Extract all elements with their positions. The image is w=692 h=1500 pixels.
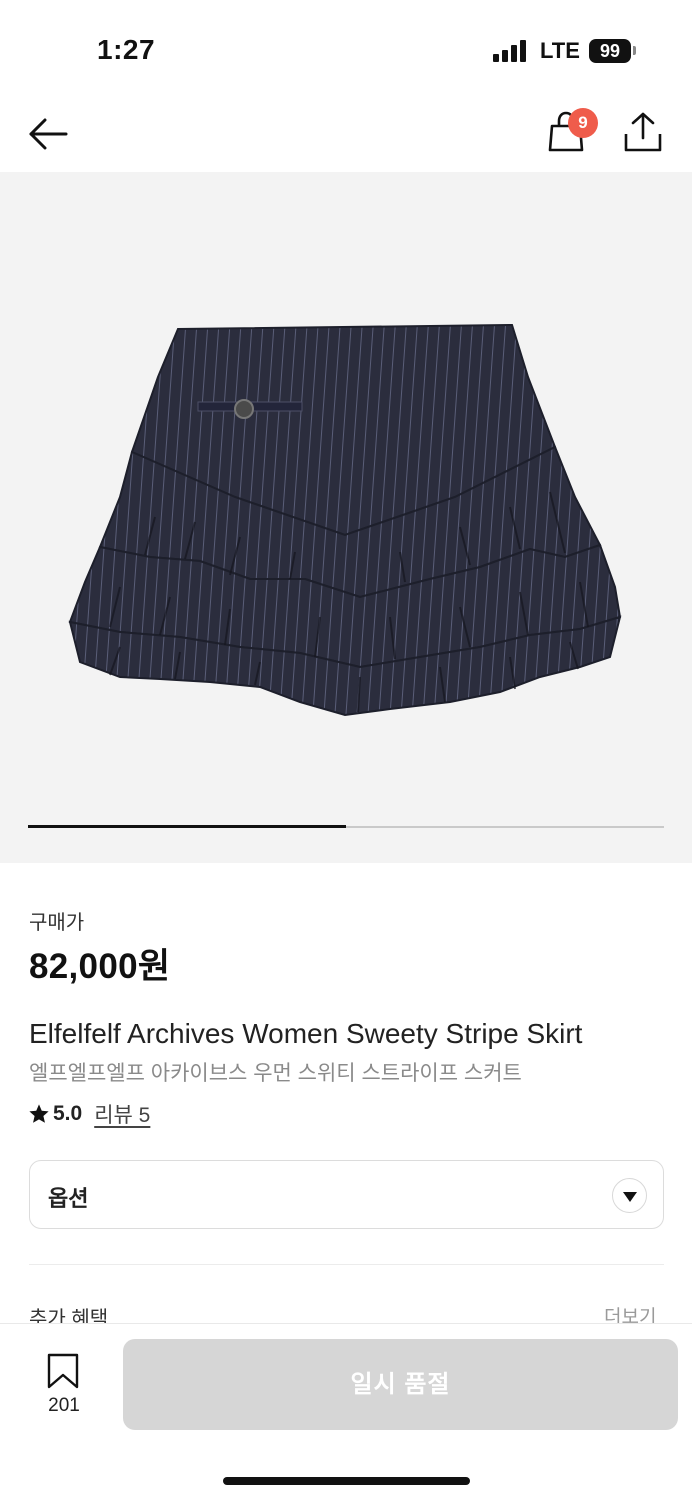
bottom-action-bar: 201 일시 품절	[0, 1323, 692, 1500]
share-button[interactable]	[622, 110, 664, 154]
chevron-down-icon	[612, 1178, 647, 1213]
option-select[interactable]: 옵션	[29, 1160, 664, 1229]
arrow-left-icon	[29, 118, 68, 150]
rating-value: 5.0	[53, 1102, 83, 1125]
star-icon	[29, 1104, 49, 1123]
sold-out-button[interactable]: 일시 품절	[123, 1339, 678, 1430]
battery-cap	[633, 46, 636, 55]
carousel-indicator	[28, 825, 664, 828]
wishlist-button[interactable]: 201	[36, 1353, 92, 1417]
cart-count-badge: 9	[568, 108, 598, 138]
divider	[29, 1264, 664, 1265]
bookmark-icon	[47, 1353, 79, 1389]
share-upload-icon	[624, 112, 662, 152]
network-type: LTE	[540, 38, 580, 63]
product-title: Elfelfelf Archives Women Sweety Stripe S…	[29, 1018, 583, 1049]
wishlist-count: 201	[48, 1395, 80, 1416]
signal-icon	[493, 40, 529, 62]
review-link[interactable]: 리뷰 5	[94, 1099, 150, 1129]
back-button[interactable]	[26, 114, 72, 154]
product-image-carousel[interactable]	[0, 172, 692, 863]
status-time: 1:27	[97, 34, 156, 65]
price-label: 구매가	[29, 912, 85, 934]
status-bar: 1:27 LTE 99	[0, 0, 692, 100]
product-image	[68, 323, 622, 717]
home-indicator	[223, 1477, 470, 1485]
battery-icon: 99	[589, 39, 631, 63]
option-label: 옵션	[48, 1186, 89, 1211]
product-title-korean: 엘프엘프엘프 아카이브스 우먼 스위티 스트라이프 스커트	[29, 1062, 522, 1085]
rating-row: 5.0 리뷰 5	[28, 1100, 150, 1128]
product-price: 82,000원	[29, 947, 171, 986]
carousel-progress	[28, 825, 346, 828]
